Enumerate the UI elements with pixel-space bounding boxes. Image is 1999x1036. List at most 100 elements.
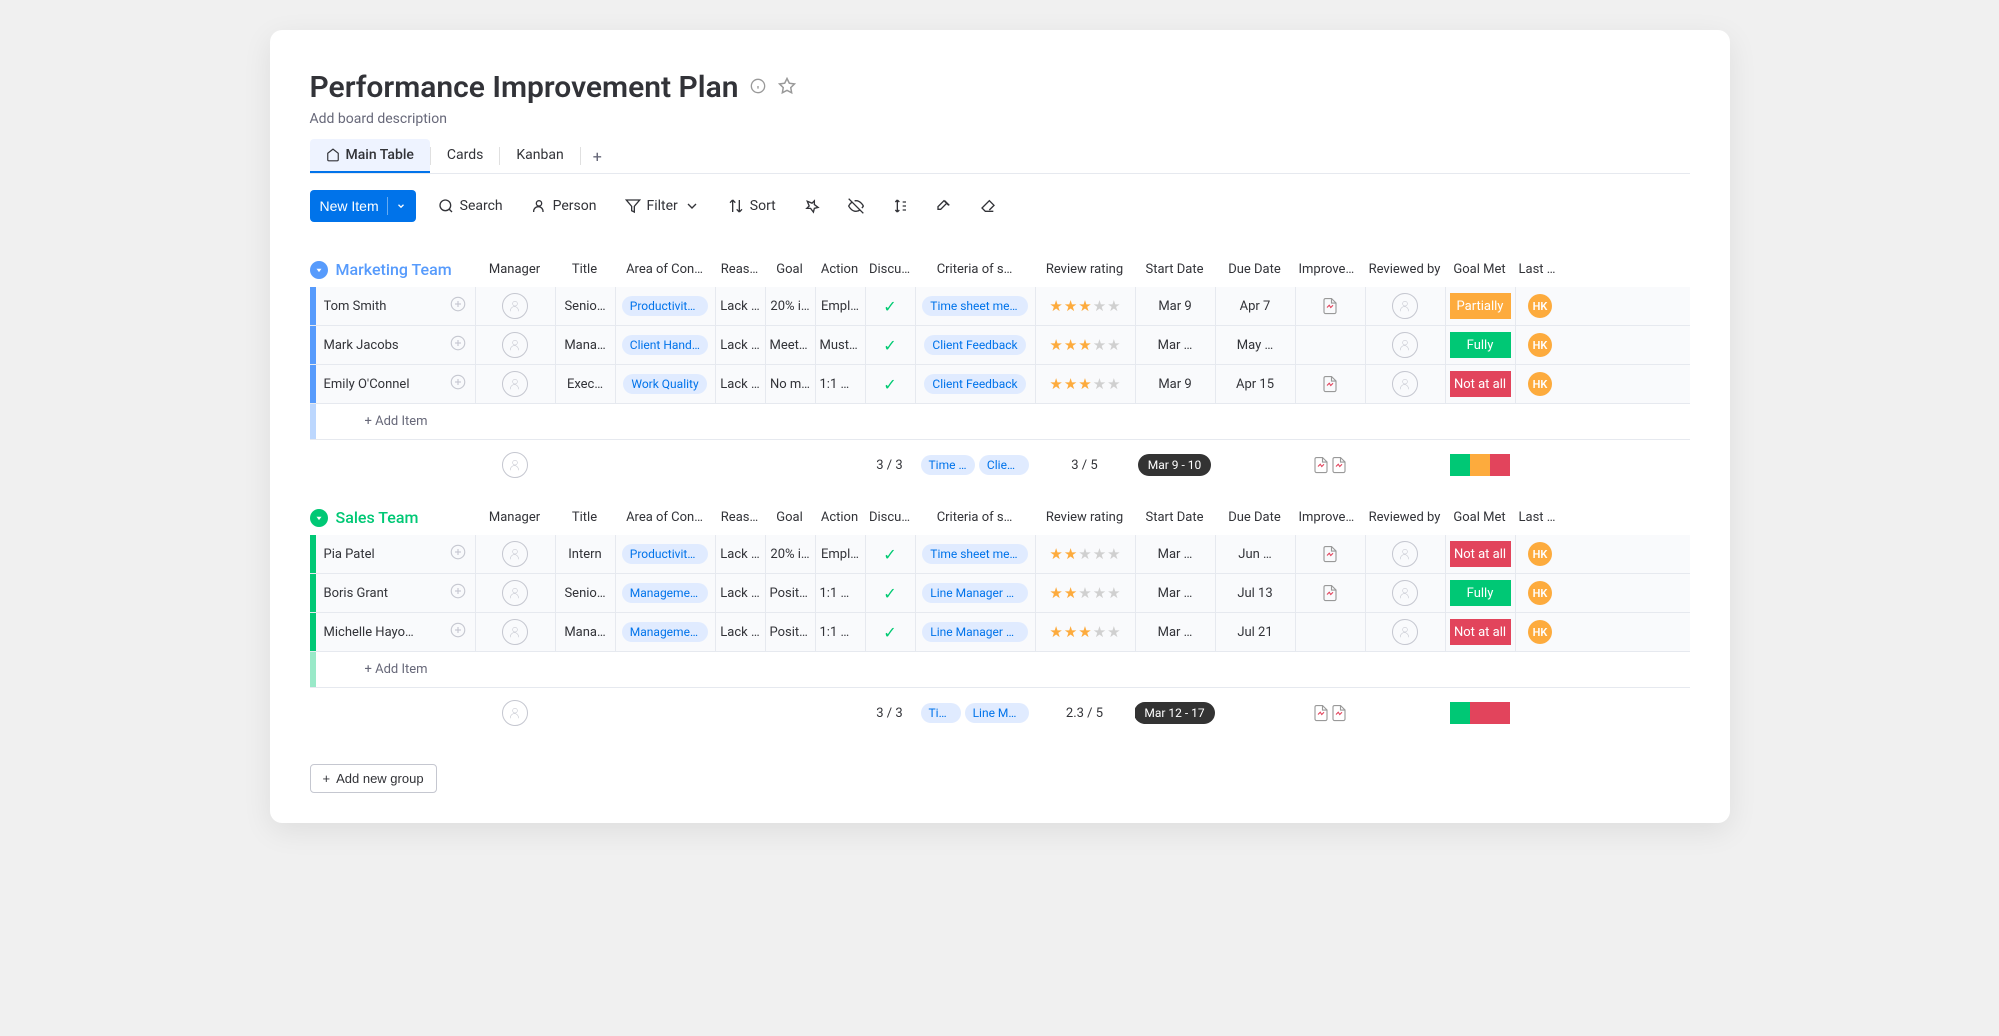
due-date-cell[interactable]: Apr 15 xyxy=(1215,365,1295,403)
title-cell[interactable]: Mana… xyxy=(555,326,615,364)
title-cell[interactable]: Intern xyxy=(555,535,615,573)
color-button[interactable] xyxy=(930,194,958,218)
star-icon[interactable]: ★ xyxy=(1064,623,1077,641)
manager-cell[interactable] xyxy=(475,613,555,651)
star-icon[interactable]: ★ xyxy=(1107,623,1120,641)
rating-cell[interactable]: ★★★★★ xyxy=(1035,613,1135,651)
goal-cell[interactable]: Positi… xyxy=(765,574,815,612)
col-header-rating[interactable]: Review rating xyxy=(1035,252,1135,287)
conversation-icon[interactable] xyxy=(449,373,467,395)
star-icon[interactable]: ★ xyxy=(1078,375,1091,393)
reason-cell[interactable]: Lack … xyxy=(715,535,765,573)
star-icon[interactable]: ★ xyxy=(1107,336,1120,354)
tab-main-table[interactable]: Main Table xyxy=(310,139,430,173)
last-updated-cell[interactable]: HK xyxy=(1515,613,1565,651)
table-row[interactable]: Boris Grant Senio…ManagementLack …Positi… xyxy=(310,574,1690,613)
tab-kanban[interactable]: Kanban xyxy=(500,139,579,173)
improvement-cell[interactable] xyxy=(1295,326,1365,364)
improvement-cell[interactable] xyxy=(1295,613,1365,651)
rating-cell[interactable]: ★★★★★ xyxy=(1035,287,1135,325)
col-header-discuss[interactable]: Discu… xyxy=(865,500,915,535)
conversation-icon[interactable] xyxy=(449,621,467,643)
filter-button[interactable]: Filter xyxy=(619,194,706,218)
conversation-icon[interactable] xyxy=(449,582,467,604)
add-view-button[interactable]: + xyxy=(581,141,614,172)
title-cell[interactable]: Senio… xyxy=(555,574,615,612)
start-date-cell[interactable]: Mar … xyxy=(1135,574,1215,612)
reviewed-by-cell[interactable] xyxy=(1365,613,1445,651)
col-header-action[interactable]: Action xyxy=(815,252,865,287)
improvement-cell[interactable] xyxy=(1295,574,1365,612)
goal-met-cell[interactable]: Not at all xyxy=(1445,613,1515,651)
star-icon[interactable]: ★ xyxy=(1093,375,1106,393)
discussed-cell[interactable]: ✓ xyxy=(865,574,915,612)
last-updated-cell[interactable]: HK xyxy=(1515,287,1565,325)
star-icon[interactable]: ★ xyxy=(1049,336,1062,354)
col-header-improve[interactable]: Improvem… xyxy=(1295,500,1365,535)
table-row[interactable]: Emily O'Connel Exec…Work QualityLack …No… xyxy=(310,365,1690,404)
goal-met-cell[interactable]: Not at all xyxy=(1445,535,1515,573)
board-title[interactable]: Performance Improvement Plan xyxy=(310,70,739,105)
reason-cell[interactable]: Lack … xyxy=(715,326,765,364)
criteria-cell[interactable]: Client Feedback xyxy=(915,365,1035,403)
search-button[interactable]: Search xyxy=(432,194,509,218)
reviewed-by-cell[interactable] xyxy=(1365,535,1445,573)
criteria-cell[interactable]: Time sheet metrics xyxy=(915,535,1035,573)
goal-cell[interactable]: No m… xyxy=(765,365,815,403)
col-header-lastup[interactable]: Last Up xyxy=(1515,500,1565,535)
goal-cell[interactable]: Meet … xyxy=(765,326,815,364)
tab-cards[interactable]: Cards xyxy=(431,139,499,173)
col-header-goal[interactable]: Goal xyxy=(765,500,815,535)
col-header-criteria[interactable]: Criteria of s… xyxy=(915,252,1035,287)
hide-button[interactable] xyxy=(842,194,870,218)
star-icon[interactable]: ★ xyxy=(1078,545,1091,563)
discussed-cell[interactable]: ✓ xyxy=(865,365,915,403)
start-date-cell[interactable]: Mar 9 xyxy=(1135,365,1215,403)
person-filter-button[interactable]: Person xyxy=(525,194,603,218)
col-header-start[interactable]: Start Date xyxy=(1135,252,1215,287)
col-header-goalmet[interactable]: Goal Met xyxy=(1445,252,1515,287)
manager-cell[interactable] xyxy=(475,535,555,573)
rating-cell[interactable]: ★★★★★ xyxy=(1035,574,1135,612)
star-icon[interactable]: ★ xyxy=(1093,297,1106,315)
due-date-cell[interactable]: Jul 21 xyxy=(1215,613,1295,651)
area-cell[interactable]: Productivity & Mo… xyxy=(615,287,715,325)
action-cell[interactable]: Empl… xyxy=(815,287,865,325)
improvement-cell[interactable] xyxy=(1295,365,1365,403)
col-header-goal[interactable]: Goal xyxy=(765,252,815,287)
star-icon[interactable]: ★ xyxy=(1107,375,1120,393)
discussed-cell[interactable]: ✓ xyxy=(865,535,915,573)
last-updated-cell[interactable]: HK xyxy=(1515,535,1565,573)
col-header-due[interactable]: Due Date xyxy=(1215,500,1295,535)
height-button[interactable] xyxy=(886,194,914,218)
reviewed-by-cell[interactable] xyxy=(1365,365,1445,403)
star-icon[interactable]: ★ xyxy=(1064,545,1077,563)
goal-cell[interactable]: 20% i… xyxy=(765,287,815,325)
col-header-rating[interactable]: Review rating xyxy=(1035,500,1135,535)
reason-cell[interactable]: Lack … xyxy=(715,287,765,325)
start-date-cell[interactable]: Mar … xyxy=(1135,613,1215,651)
star-icon[interactable]: ★ xyxy=(1064,336,1077,354)
add-item-row[interactable]: + Add Item xyxy=(310,652,1690,688)
star-icon[interactable]: ★ xyxy=(1049,584,1062,602)
col-header-start[interactable]: Start Date xyxy=(1135,500,1215,535)
criteria-cell[interactable]: Time sheet metrics xyxy=(915,287,1035,325)
col-header-due[interactable]: Due Date xyxy=(1215,252,1295,287)
reason-cell[interactable]: Lack … xyxy=(715,365,765,403)
goal-met-cell[interactable]: Partially xyxy=(1445,287,1515,325)
area-cell[interactable]: Productivity & Mo… xyxy=(615,535,715,573)
table-row[interactable]: Tom Smith Senio…Productivity & Mo…Lack …… xyxy=(310,287,1690,326)
item-name[interactable]: Boris Grant xyxy=(324,586,449,601)
star-icon[interactable]: ★ xyxy=(1049,545,1062,563)
collapse-icon[interactable] xyxy=(310,509,328,527)
star-icon[interactable]: ★ xyxy=(1107,545,1120,563)
star-icon[interactable]: ★ xyxy=(1064,375,1077,393)
pin-button[interactable] xyxy=(798,194,826,218)
goal-met-cell[interactable]: Fully xyxy=(1445,326,1515,364)
info-icon[interactable] xyxy=(750,78,766,98)
manager-cell[interactable] xyxy=(475,574,555,612)
col-header-title[interactable]: Title xyxy=(555,500,615,535)
conversation-icon[interactable] xyxy=(449,334,467,356)
criteria-cell[interactable]: Client Feedback xyxy=(915,326,1035,364)
due-date-cell[interactable]: May … xyxy=(1215,326,1295,364)
